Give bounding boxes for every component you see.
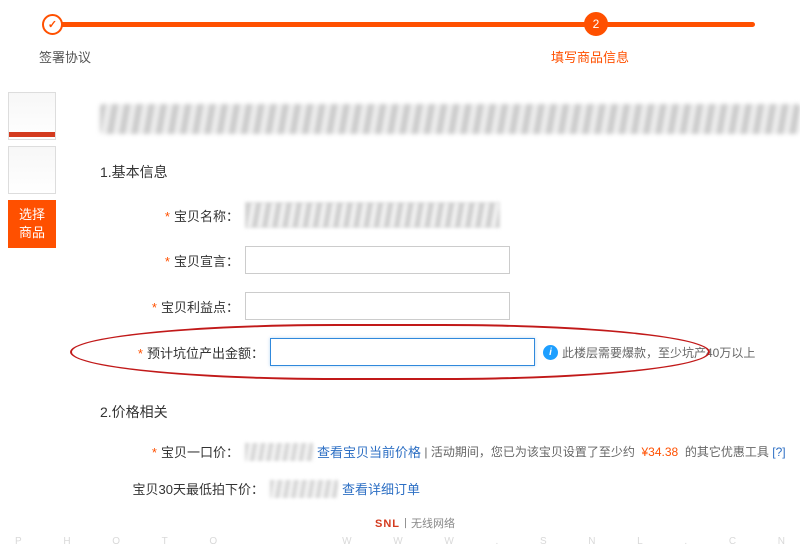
info-icon[interactable]: i xyxy=(543,345,558,360)
label-gmv: *预计坑位产出金额： xyxy=(100,343,270,362)
help-link[interactable]: [?] xyxy=(772,445,785,459)
price-amount: ¥34.38 xyxy=(642,445,679,459)
label-name: *宝贝名称： xyxy=(100,206,245,225)
row-slogan: *宝贝宣言： xyxy=(100,246,800,274)
input-benefit[interactable] xyxy=(245,292,510,320)
label-fixed-price: *宝贝一口价： xyxy=(100,442,245,461)
label-slogan: *宝贝宣言： xyxy=(100,251,245,270)
step-1-node-done xyxy=(42,14,63,35)
watermark-letters: PHOTO WWW.SNL.CN xyxy=(0,536,800,547)
row-lowest-30d: 宝贝30天最低拍下价： 查看详细订单 xyxy=(100,479,800,498)
form-content: 1.基本信息 *宝贝名称： *宝贝宣言： *宝贝利益点： *预计坑位产出金额： … xyxy=(100,92,800,516)
watermark-logo: SNL丨无线网络 xyxy=(375,515,455,531)
row-benefit: *宝贝利益点： xyxy=(100,292,800,320)
progress-track xyxy=(45,22,755,27)
gmv-hint: 此楼层需要爆款，至少坑产40万以上 xyxy=(562,344,755,361)
row-gmv: *预计坑位产出金额： i 此楼层需要爆款，至少坑产40万以上 xyxy=(100,338,800,366)
row-fixed-price: *宝贝一口价： 查看宝贝当前价格 | 活动期间，您已为该宝贝设置了至少约 ¥34… xyxy=(100,442,800,461)
value-fixed-price-redacted xyxy=(245,443,313,461)
product-thumb-2[interactable] xyxy=(8,146,56,194)
link-view-current-price[interactable]: 查看宝贝当前价格 xyxy=(317,442,421,461)
input-gmv[interactable] xyxy=(270,338,535,366)
section-price-title: 2.价格相关 xyxy=(100,402,800,422)
step-1-label: 签署协议 xyxy=(39,47,91,66)
step-2-node-active: 2 xyxy=(584,12,608,36)
input-slogan[interactable] xyxy=(245,246,510,274)
row-name: *宝贝名称： xyxy=(100,202,800,228)
label-benefit: *宝贝利益点： xyxy=(100,297,245,316)
step-2-label: 填写商品信息 xyxy=(551,47,629,66)
label-lowest-30d: 宝贝30天最低拍下价： xyxy=(100,479,270,498)
input-name-redacted[interactable] xyxy=(245,202,500,228)
section-basic-title: 1.基本信息 xyxy=(100,162,800,182)
progress-bar: 2 xyxy=(45,14,755,44)
link-view-detail-order[interactable]: 查看详细订单 xyxy=(342,479,420,498)
fixed-hint: | 活动期间，您已为该宝贝设置了至少约 ¥34.38 的其它优惠工具 [?] xyxy=(421,443,786,460)
value-lowest-30d-redacted xyxy=(270,480,338,498)
select-product-button[interactable]: 选择 商品 xyxy=(8,200,56,248)
left-rail: 选择 商品 xyxy=(8,92,60,248)
redacted-header xyxy=(100,104,800,134)
product-thumb-1[interactable] xyxy=(8,92,56,140)
